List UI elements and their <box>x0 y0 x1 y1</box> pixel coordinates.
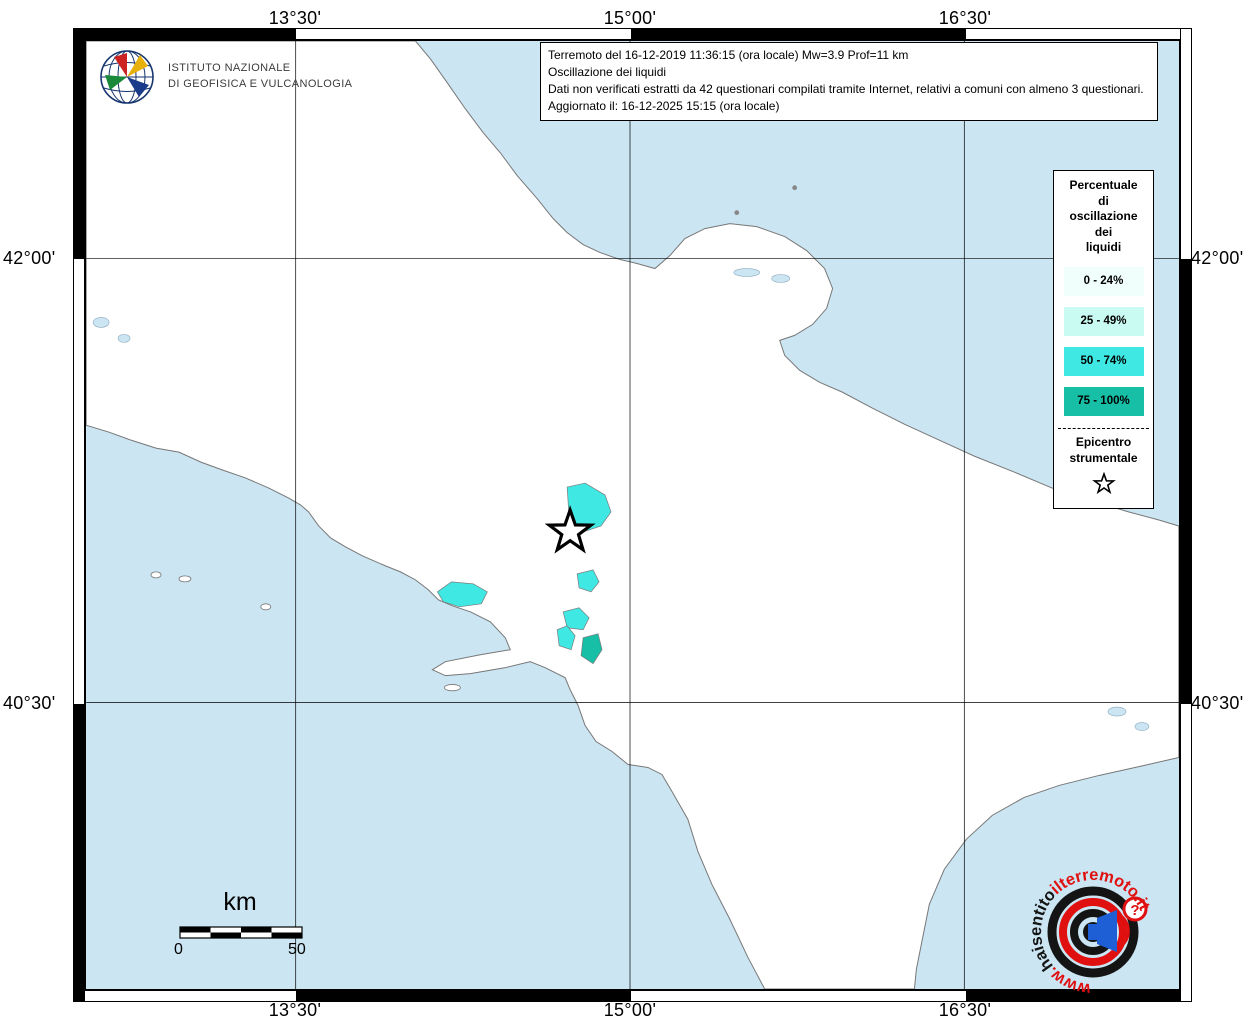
legend-title-line: di <box>1098 193 1109 208</box>
map-frame-top <box>73 28 1192 40</box>
coord-label-left-1: 42°00' <box>3 248 56 268</box>
legend-title-line: Percentuale <box>1069 178 1138 192</box>
coord-label-right-1: 42°00' <box>1191 248 1244 268</box>
info-line-map-type: Oscillazione dei liquidi <box>548 65 667 80</box>
ingv-name-line2: DI GEOFISICA E VULCANOLOGIA <box>168 78 353 90</box>
info-line-source: Dati non verificati estratti da 42 quest… <box>548 82 1144 97</box>
coord-label-left-2: 40°30' <box>3 693 56 713</box>
hsit-logo-icon: ? www.haisentitoilterremoto.it <box>1027 866 1154 998</box>
legend-divider <box>1058 427 1149 429</box>
coord-label-right-2: 40°30' <box>1191 693 1244 713</box>
legend-title-line: oscillazione <box>1069 209 1138 224</box>
map-figure: 13°30' 15°00' 16°30' 13°30' 15°00' 16°30… <box>0 0 1255 1024</box>
scale-start-label: 0 <box>174 941 183 958</box>
ingv-logo-block: ISTITUTO NAZIONALE DI GEOFISICA E VULCAN… <box>96 46 352 108</box>
scale-bar-graphic <box>179 926 303 939</box>
earthquake-info-box: Terremoto del 16-12-2019 11:36:15 (ora l… <box>540 42 1158 122</box>
legend-title-line: dei <box>1094 224 1113 239</box>
legend-swatch-0-24: 0 - 24% <box>1063 266 1144 296</box>
ingv-name: ISTITUTO NAZIONALE DI GEOFISICA E VULCAN… <box>168 61 352 93</box>
legend-epicenter-line: strumentale <box>1069 450 1138 465</box>
coord-label-bottom-1: 13°30' <box>268 1000 322 1020</box>
legend: Percentuale di oscillazione dei liquidi … <box>1053 170 1154 510</box>
coord-label-top-3: 16°30' <box>938 8 992 28</box>
legend-epicenter-line: Epicentro <box>1075 434 1132 449</box>
legend-swatch-50-74: 50 - 74% <box>1063 346 1144 376</box>
hsit-watermark: ? www.haisentitoilterremoto.it <box>985 842 1210 1024</box>
ingv-globe-icon <box>100 50 154 104</box>
scale-unit-label: km <box>223 888 257 916</box>
legend-title: Percentuale di oscillazione dei liquidi <box>1054 178 1153 256</box>
coord-label-top-2: 15°00' <box>603 8 657 28</box>
scale-bar: km 0 50 <box>170 888 330 958</box>
coord-label-bottom-2: 15°00' <box>603 1000 657 1020</box>
legend-star-icon <box>1054 471 1153 500</box>
ingv-name-line1: ISTITUTO NAZIONALE <box>168 62 291 75</box>
coord-label-top-1: 13°30' <box>268 8 322 28</box>
legend-swatch-25-49: 25 - 49% <box>1063 306 1144 336</box>
info-line-event: Terremoto del 16-12-2019 11:36:15 (ora l… <box>548 48 909 62</box>
legend-swatch-75-100: 75 - 100% <box>1063 386 1144 416</box>
info-line-updated: Aggiornato il: 16-12-2025 15:15 (ora loc… <box>548 99 780 114</box>
legend-epicenter-title: Epicentro strumentale <box>1054 435 1153 466</box>
map-frame-left <box>73 28 85 1002</box>
scale-end-label: 50 <box>288 941 306 958</box>
legend-title-line: liquidi <box>1085 240 1122 255</box>
